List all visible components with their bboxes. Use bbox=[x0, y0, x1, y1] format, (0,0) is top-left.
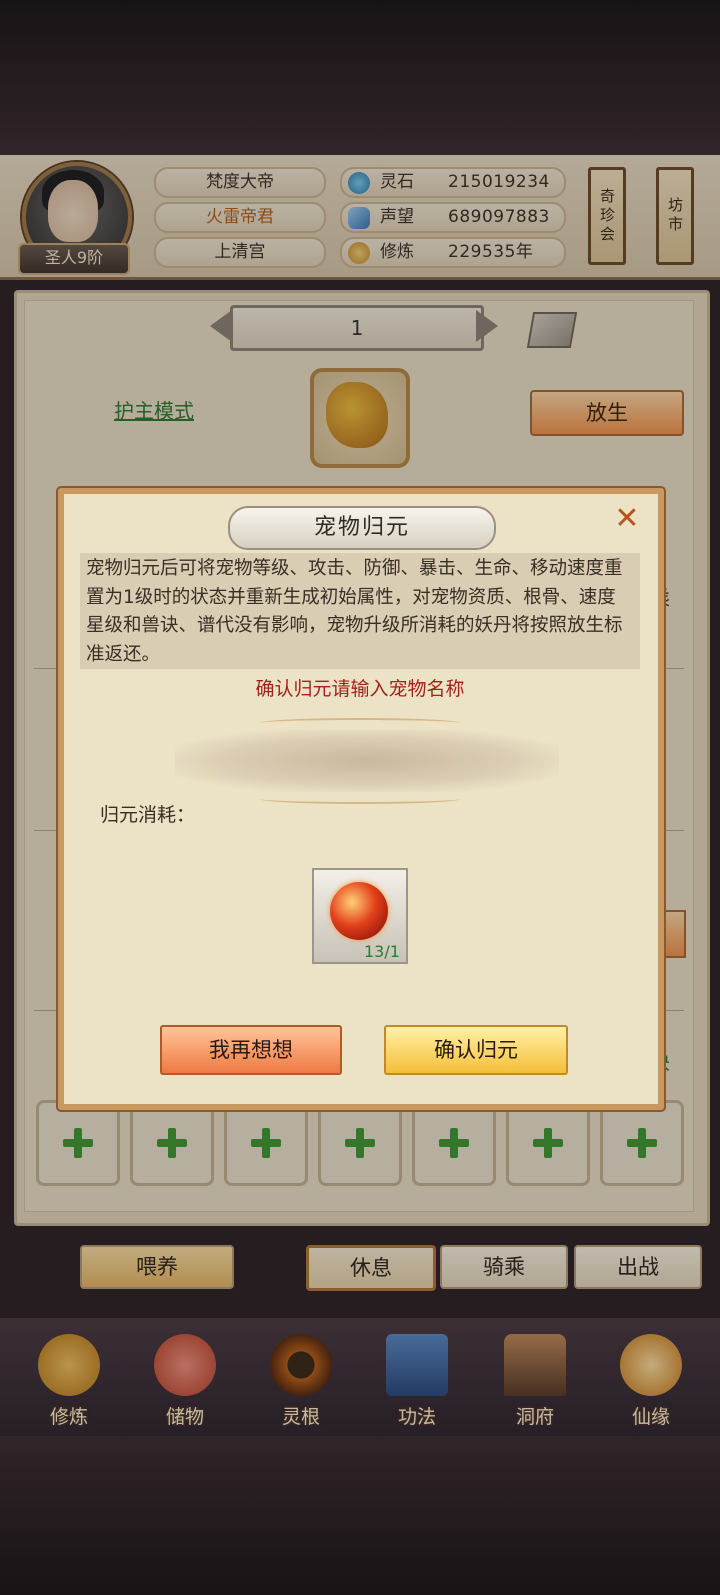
cost-label: 归元消耗： bbox=[100, 804, 196, 826]
input-ornament bbox=[260, 718, 460, 728]
demon-core-icon bbox=[330, 882, 388, 940]
close-icon[interactable]: ✕ bbox=[612, 502, 642, 536]
dialog-title: 宠物归元 bbox=[228, 506, 496, 550]
dialog-prompt: 确认归元请输入宠物名称 bbox=[255, 678, 465, 700]
confirm-reset-button[interactable]: 确认归元 bbox=[384, 1025, 568, 1075]
item-count: 13/1 bbox=[364, 942, 400, 961]
cancel-button[interactable]: 我再想想 bbox=[160, 1025, 342, 1075]
dialog-description: 宠物归元后可将宠物等级、攻击、防御、暴击、生命、移动速度重置为1级时的状态并重新… bbox=[80, 553, 640, 669]
pet-name-input[interactable] bbox=[175, 730, 559, 792]
input-ornament bbox=[260, 794, 460, 804]
